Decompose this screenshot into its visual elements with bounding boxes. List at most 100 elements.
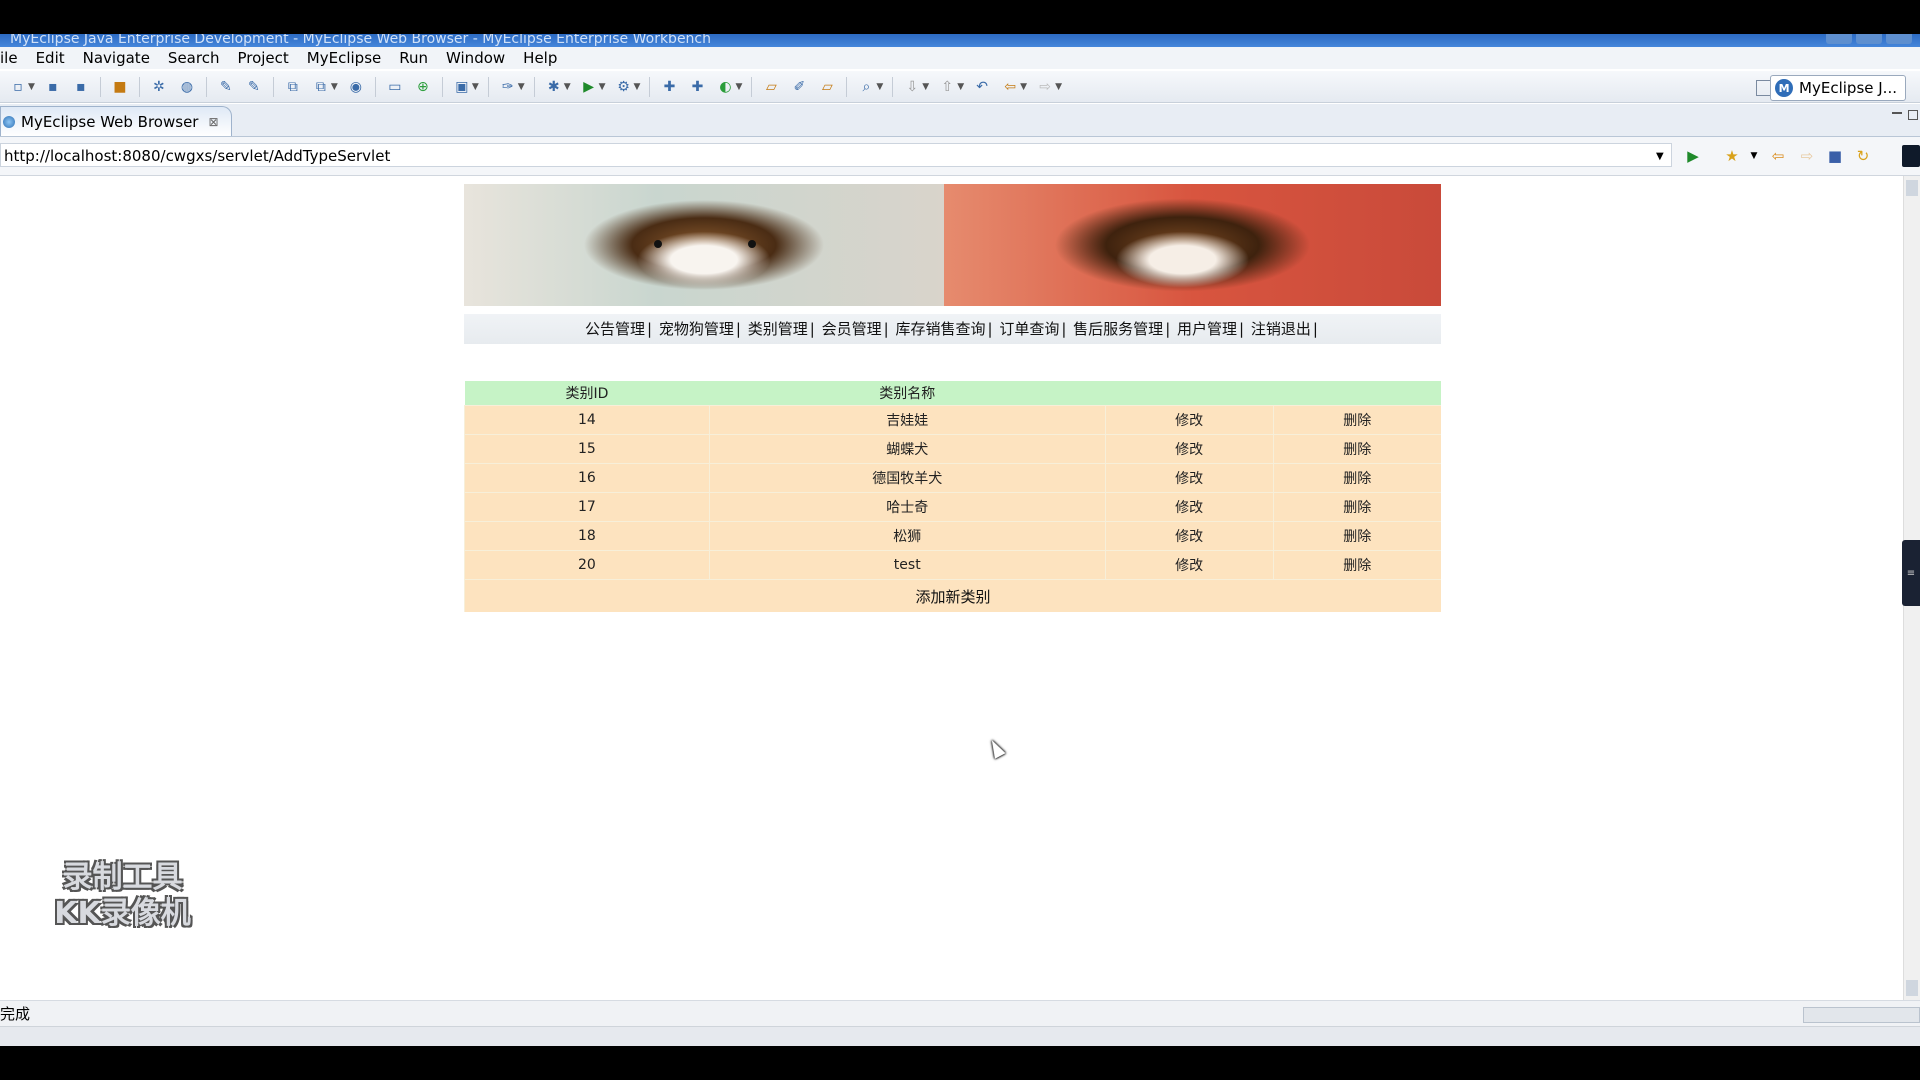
back-dropdown-icon[interactable]: ▼: [1020, 82, 1027, 92]
new-package-icon[interactable]: ✚: [687, 77, 707, 97]
edit-link[interactable]: 修改: [1104, 492, 1274, 522]
url-input[interactable]: http://localhost:8080/cwgxs/servlet/AddT…: [0, 143, 1672, 167]
close-tab-icon[interactable]: ⊠: [208, 115, 218, 129]
favorites-icon[interactable]: ★: [1723, 147, 1741, 165]
scroll-up-icon[interactable]: [1906, 180, 1918, 196]
refresh-icon[interactable]: ↻: [1854, 147, 1872, 165]
favorites-dropdown-icon[interactable]: ▼: [1745, 147, 1763, 165]
wizard-icon[interactable]: ✎: [216, 77, 236, 97]
edit-link[interactable]: 修改: [1104, 463, 1274, 493]
debug-dropdown-icon[interactable]: ▼: [564, 82, 571, 92]
side-panel-grip-icon[interactable]: ≡: [1902, 540, 1920, 606]
edit-link[interactable]: 修改: [1104, 405, 1274, 435]
maximize-button[interactable]: [1856, 34, 1882, 44]
browser-globe-icon: [3, 115, 15, 128]
prev-annotation-icon[interactable]: ⇧: [937, 77, 957, 97]
cell-id: 15: [464, 434, 710, 464]
next-annotation-dropdown-icon[interactable]: ▼: [922, 82, 929, 92]
open-folder-icon[interactable]: ▱: [761, 77, 781, 97]
menu-myeclipse[interactable]: MyEclipse: [298, 49, 390, 67]
edit-link[interactable]: 修改: [1104, 521, 1274, 551]
delete-link[interactable]: 删除: [1272, 463, 1441, 493]
url-history-dropdown-icon[interactable]: ▼: [1656, 151, 1664, 162]
wizard2-icon[interactable]: ✎: [244, 77, 264, 97]
menu-window[interactable]: Window: [437, 49, 514, 67]
open-resource-icon[interactable]: ⧉: [311, 77, 331, 97]
tool-icon[interactable]: ✑: [498, 77, 518, 97]
edit-link[interactable]: 修改: [1104, 434, 1274, 464]
forward-browser-icon[interactable]: ⇨: [1798, 147, 1816, 165]
search-dropdown-icon[interactable]: ▼: [876, 82, 883, 92]
perspective-switcher[interactable]: M MyEclipse J...: [1770, 75, 1906, 101]
pencil-icon[interactable]: ✐: [789, 77, 809, 97]
add-category-link[interactable]: 添加新类别: [915, 588, 990, 606]
nav-category[interactable]: 类别管理: [748, 320, 808, 338]
back-browser-icon[interactable]: ⇦: [1769, 147, 1787, 165]
close-window-button[interactable]: [1886, 34, 1912, 44]
delete-link[interactable]: 删除: [1272, 405, 1441, 435]
menu-navigate[interactable]: Navigate: [74, 49, 159, 67]
open-dropdown-icon[interactable]: ▼: [331, 82, 338, 92]
menu-project[interactable]: Project: [228, 49, 297, 67]
package-icon[interactable]: ■: [110, 77, 130, 97]
nav-separator: |: [647, 320, 653, 338]
run-dropdown-icon[interactable]: ▼: [599, 82, 606, 92]
nav-inventory[interactable]: 库存销售查询: [895, 320, 985, 338]
last-edit-icon[interactable]: ↶: [972, 77, 992, 97]
deploy-icon[interactable]: ✲: [149, 77, 169, 97]
menu-search[interactable]: Search: [159, 49, 229, 67]
nav-orders[interactable]: 订单查询: [999, 320, 1059, 338]
dog-eye: [654, 240, 662, 248]
minimize-view-icon[interactable]: [1892, 112, 1902, 114]
tool-dropdown-icon[interactable]: ▼: [518, 82, 525, 92]
nav-member[interactable]: 会员管理: [822, 320, 882, 338]
next-annotation-icon[interactable]: ⇩: [902, 77, 922, 97]
new-class-icon[interactable]: ✚: [659, 77, 679, 97]
new-icon[interactable]: ▫: [8, 77, 28, 97]
monitor-dropdown-icon[interactable]: ▼: [472, 82, 479, 92]
nav-logout[interactable]: 注销退出: [1251, 320, 1311, 338]
minimize-button[interactable]: [1826, 34, 1852, 44]
open-type-icon[interactable]: ⧉: [283, 77, 303, 97]
external-dropdown-icon[interactable]: ▼: [634, 82, 641, 92]
scroll-down-icon[interactable]: [1906, 980, 1918, 996]
globe-icon[interactable]: ◉: [346, 77, 366, 97]
forward-dropdown-icon[interactable]: ▼: [1055, 82, 1062, 92]
back-icon[interactable]: ⇦: [1000, 77, 1020, 97]
nav-separator: |: [883, 320, 889, 338]
nav-users[interactable]: 用户管理: [1177, 320, 1237, 338]
delete-link[interactable]: 删除: [1272, 492, 1441, 522]
menu-edit[interactable]: Edit: [27, 49, 74, 67]
delete-link[interactable]: 删除: [1272, 434, 1441, 464]
open-file-icon[interactable]: ▱: [817, 77, 837, 97]
external-tools-icon[interactable]: ⚙: [614, 77, 634, 97]
stop-icon[interactable]: ■: [1826, 147, 1844, 165]
delete-link[interactable]: 删除: [1272, 521, 1441, 551]
forward-icon[interactable]: ⇨: [1035, 77, 1055, 97]
new-web-icon[interactable]: ◐: [715, 77, 735, 97]
go-icon[interactable]: ▶: [1684, 147, 1702, 165]
side-view-icon[interactable]: [1902, 145, 1920, 167]
prev-annotation-dropdown-icon[interactable]: ▼: [957, 82, 964, 92]
nav-pet-dog[interactable]: 宠物狗管理: [659, 320, 734, 338]
edit-link[interactable]: 修改: [1104, 550, 1274, 580]
new-dropdown-icon[interactable]: ▼: [28, 82, 35, 92]
save-icon[interactable]: ▪: [43, 77, 63, 97]
debug-icon[interactable]: ✱: [544, 77, 564, 97]
folder-icon[interactable]: ▭: [385, 77, 405, 97]
maximize-view-icon[interactable]: [1908, 110, 1918, 120]
menu-help[interactable]: Help: [514, 49, 566, 67]
nav-after-sales[interactable]: 售后服务管理: [1073, 320, 1163, 338]
add-icon[interactable]: ⊕: [413, 77, 433, 97]
server-icon[interactable]: ◍: [177, 77, 197, 97]
delete-link[interactable]: 删除: [1272, 550, 1441, 580]
search-files-icon[interactable]: ⌕: [856, 77, 876, 97]
save-all-icon[interactable]: ▪: [71, 77, 91, 97]
run-icon[interactable]: ▶: [579, 77, 599, 97]
menu-file[interactable]: ile: [0, 49, 27, 67]
tab-web-browser[interactable]: MyEclipse Web Browser ⊠: [0, 106, 232, 136]
new-web-dropdown-icon[interactable]: ▼: [735, 82, 742, 92]
nav-announcement[interactable]: 公告管理: [585, 320, 645, 338]
menu-run[interactable]: Run: [390, 49, 437, 67]
monitor-icon[interactable]: ▣: [452, 77, 472, 97]
